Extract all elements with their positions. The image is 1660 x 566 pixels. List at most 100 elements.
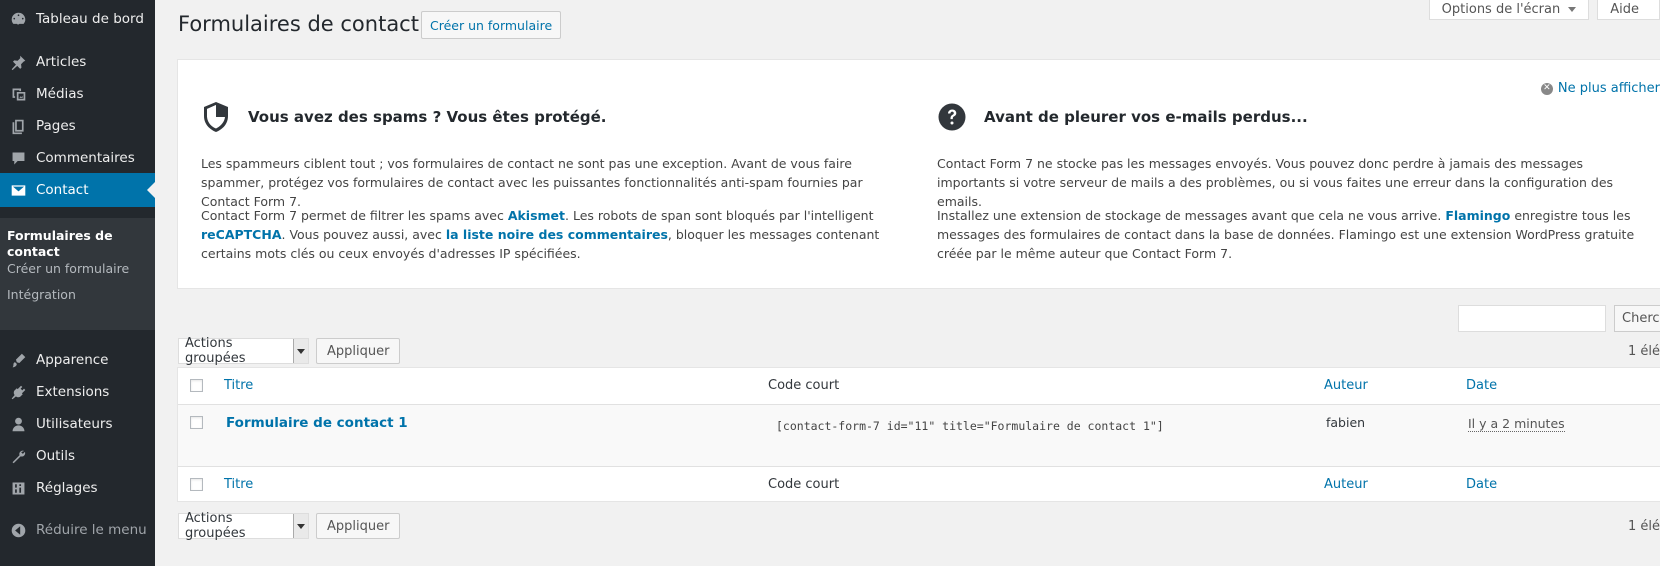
spam-paragraph-2: Contact Form 7 permet de filtrer les spa… [201, 206, 901, 263]
sidebar-item-articles[interactable]: Articles [0, 45, 155, 79]
items-count-bottom: 1 élément [1628, 519, 1660, 534]
select-all-checkbox-footer[interactable] [190, 478, 203, 491]
screen-options-button[interactable]: Options de l'écran [1428, 0, 1590, 20]
sidebar-item-contact[interactable]: Contact [0, 173, 155, 207]
question-icon [937, 100, 967, 134]
users-icon [6, 412, 30, 436]
dashboard-icon [6, 7, 30, 31]
sidebar-item-label: Tableau de bord [36, 11, 144, 27]
shield-icon [201, 100, 231, 134]
welcome-dismiss-link[interactable]: ✕ Ne plus afficher [1540, 81, 1660, 96]
comments-icon [6, 146, 30, 170]
sidebar-item-label: Réglages [36, 480, 98, 496]
items-count: 1 élément [1628, 344, 1660, 359]
column-date-header[interactable]: Date [1466, 378, 1497, 393]
tools-icon [6, 444, 30, 468]
flamingo-heading-text: Avant de pleurer vos e-mails perdus... [984, 108, 1308, 126]
submenu-item-integration[interactable]: Intégration [7, 287, 76, 302]
sidebar-item-label: Pages [36, 118, 76, 134]
screen-options-label: Options de l'écran [1441, 2, 1561, 17]
sidebar-item-dashboard[interactable]: Tableau de bord [0, 2, 155, 36]
page-title: Formulaires de contact [178, 12, 419, 36]
dismiss-icon: ✕ [1540, 82, 1553, 95]
form-shortcode: [contact-form-7 id="11" title="Formulair… [776, 419, 1164, 433]
admin-sidebar: Tableau de bord Articles Médias Pages Co… [0, 0, 155, 566]
flamingo-link[interactable]: Flamingo [1445, 208, 1510, 223]
submenu-item-formulaires[interactable]: Formulaires de contact [7, 228, 127, 260]
bulk-actions-value: Actions groupées [185, 336, 246, 366]
column-author-header[interactable]: Auteur [1324, 378, 1368, 393]
row-checkbox[interactable] [190, 416, 203, 429]
sidebar-item-label: Extensions [36, 384, 110, 400]
collapse-icon [6, 518, 30, 542]
sidebar-item-commentaires[interactable]: Commentaires [0, 141, 155, 175]
recaptcha-link-text: reCAPTCHA [201, 227, 282, 242]
column-title-footer[interactable]: Titre [224, 477, 253, 492]
dropdown-arrow-icon [292, 339, 308, 363]
recaptcha-link[interactable]: reCAPTCHA [201, 227, 282, 242]
flamingo-link-text: Flamingo [1445, 208, 1511, 223]
dropdown-arrow-icon [292, 514, 308, 538]
akismet-link[interactable]: Akismet [508, 208, 565, 223]
spam-heading: Vous avez des spams ? Vous êtes protégé. [201, 100, 606, 134]
sidebar-item-outils[interactable]: Outils [0, 439, 155, 473]
appearance-icon [6, 348, 30, 372]
flamingo-paragraph-1: Contact Form 7 ne stocke pas les message… [937, 156, 1614, 209]
flamingo-paragraph-2: Installez une extension de stockage de m… [937, 206, 1637, 263]
submenu-item-creer[interactable]: Créer un formulaire [7, 261, 129, 276]
mail-icon [6, 178, 30, 202]
blacklist-link[interactable]: la liste noire des commentaires [446, 227, 668, 242]
form-author: fabien [1326, 415, 1366, 430]
sidebar-item-pages[interactable]: Pages [0, 109, 155, 143]
sidebar-item-apparence[interactable]: Apparence [0, 343, 155, 377]
apply-button-bottom[interactable]: Appliquer [316, 513, 401, 539]
screen-meta-links: Options de l'écran Aide [1421, 0, 1660, 20]
sidebar-item-reglages[interactable]: Réglages [0, 471, 155, 505]
sidebar-item-label: Outils [36, 448, 76, 464]
media-icon [6, 82, 30, 106]
column-author-footer[interactable]: Auteur [1324, 477, 1368, 492]
table-header-row: Titre Code court Auteur Date [178, 368, 1660, 405]
spam-paragraph-1: Les spammeurs ciblent tout ; vos formula… [201, 156, 863, 209]
table-footer-row: Titre Code court Auteur Date [178, 467, 1660, 503]
sidebar-item-utilisateurs[interactable]: Utilisateurs [0, 407, 155, 441]
bulk-actions-select[interactable]: Actions groupées [178, 336, 309, 366]
table-row: Formulaire de contact 1 [contact-form-7 … [178, 405, 1660, 467]
settings-icon [6, 476, 30, 500]
caret-down-icon [1568, 7, 1577, 12]
forms-table: Titre Code court Auteur Date Formulaire … [177, 367, 1660, 502]
spam-text-1: Contact Form 7 permet de filtrer les spa… [201, 208, 508, 223]
sidebar-item-label: Médias [36, 86, 84, 102]
welcome-dismiss-label: Ne plus afficher [1557, 81, 1660, 96]
search-input[interactable] [1458, 305, 1606, 332]
apply-button[interactable]: Appliquer [316, 338, 401, 364]
plugins-icon [6, 380, 30, 404]
column-title-header[interactable]: Titre [224, 378, 253, 393]
help-button[interactable]: Aide [1597, 0, 1660, 20]
sidebar-item-label: Apparence [36, 352, 109, 368]
spam-text-2: . Les robots de span sont bloqués par l'… [565, 208, 874, 223]
bulk-actions-value: Actions groupées [185, 511, 246, 541]
contact-submenu: Formulaires de contact Créer un formulai… [0, 218, 155, 330]
form-date: Il y a 2 minutes [1468, 416, 1565, 432]
blacklist-link-text: la liste noire des commentaires [445, 227, 668, 242]
sidebar-item-extensions[interactable]: Extensions [0, 375, 155, 409]
column-date-footer[interactable]: Date [1466, 477, 1497, 492]
pushpin-icon [6, 50, 30, 74]
sidebar-item-label: Articles [36, 54, 87, 70]
flamingo-text-1: Installez une extension de stockage de m… [937, 208, 1446, 223]
pages-icon [6, 114, 30, 138]
flamingo-heading: Avant de pleurer vos e-mails perdus... [937, 100, 1308, 134]
sidebar-item-label: Commentaires [36, 150, 135, 166]
add-new-form-button[interactable]: Créer un formulaire [421, 11, 562, 39]
collapse-menu-button[interactable]: Réduire le menu [0, 513, 155, 547]
form-title-link[interactable]: Formulaire de contact 1 [226, 415, 408, 431]
column-shortcode-header: Code court [768, 378, 840, 393]
bulk-actions-select-bottom[interactable]: Actions groupées [178, 511, 309, 541]
search-button[interactable]: Chercher [1614, 305, 1660, 332]
select-all-checkbox[interactable] [190, 379, 203, 392]
sidebar-item-label: Utilisateurs [36, 416, 113, 432]
main-content: Options de l'écran Aide Formulaires de c… [155, 0, 1660, 566]
sidebar-item-label: Contact [36, 182, 89, 198]
sidebar-item-medias[interactable]: Médias [0, 77, 155, 111]
